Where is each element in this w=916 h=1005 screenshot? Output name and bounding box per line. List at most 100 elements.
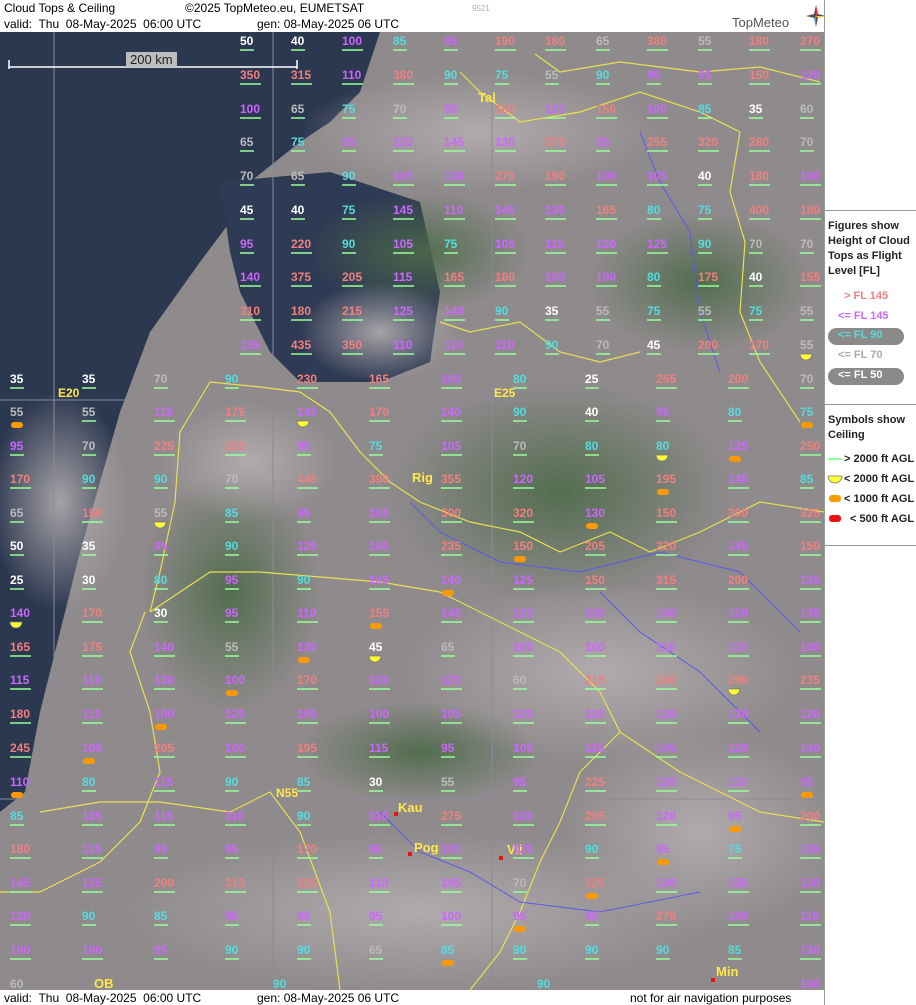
- cloud-top-value: 115: [154, 405, 174, 419]
- cloud-top-value: 90: [537, 977, 551, 991]
- cloud-top-value: 95: [154, 842, 168, 856]
- cloud-top-value: 225: [585, 775, 606, 789]
- cloud-top-value: 200: [728, 573, 749, 587]
- cloud-top-value: 215: [342, 304, 363, 318]
- cloud-top-value: 40: [291, 34, 305, 48]
- cloud-top-value: 115: [10, 673, 30, 687]
- cloud-top-value: 70: [800, 237, 814, 251]
- tops-legend-row: <= FL 145: [825, 309, 916, 326]
- cloud-top-value: 180: [800, 203, 821, 217]
- cloud-top-value: 225: [585, 876, 606, 890]
- cloud-top-value: 120: [656, 707, 677, 721]
- cloud-top-value: 195: [297, 741, 318, 755]
- cloud-top-value: 435: [291, 338, 312, 352]
- cloud-top-value: 75: [749, 304, 763, 318]
- cloud-top-value: 100: [800, 169, 821, 183]
- cloud-top-value: 105: [441, 707, 462, 721]
- cloud-top-value: 95: [10, 439, 24, 453]
- cloud-top-value: 300: [441, 506, 462, 520]
- cloud-top-value: 90: [225, 943, 239, 957]
- cloud-top-value: 165: [369, 372, 390, 386]
- cloud-top-value: 170: [369, 405, 390, 419]
- generated-time: gen: 08-May-2025 06 UTC: [257, 17, 400, 31]
- cloud-top-value: 115: [369, 741, 389, 755]
- cloud-top-value: 75: [728, 842, 742, 856]
- cloud-top-value: 135: [800, 842, 821, 856]
- cloud-top-value: 120: [800, 68, 821, 82]
- cloud-top-value: 210: [225, 876, 246, 890]
- cloud-top-value: 180: [495, 270, 516, 284]
- cloud-top-value: 200: [698, 338, 719, 352]
- cloud-top-value: 105: [513, 741, 534, 755]
- cloud-top-value: 170: [297, 673, 318, 687]
- cloud-top-value: 30: [154, 606, 168, 620]
- cloud-top-value: 65: [369, 943, 383, 957]
- cloud-top-value: 125: [82, 809, 103, 823]
- ceiling-legend-row: > 2000 ft AGL: [825, 451, 916, 468]
- cloud-top-value: 90: [656, 943, 670, 957]
- cloud-top-value: 130: [297, 640, 318, 654]
- cloud-top-value: 70: [82, 439, 96, 453]
- cloud-top-value: 110: [369, 876, 389, 890]
- cloud-top-value: 175: [225, 405, 246, 419]
- cloud-top-value: 95: [154, 539, 168, 553]
- cloud-top-value: 145: [10, 876, 31, 890]
- cloud-top-value: 225: [297, 876, 318, 890]
- legend-separator: [825, 210, 916, 211]
- cloud-top-value: 105: [369, 573, 390, 587]
- cloud-top-value: 90: [513, 943, 527, 957]
- footer: valid: Thu 08-May-2025 06:00 UTC gen: 08…: [0, 990, 916, 1005]
- cloud-top-value: 75: [369, 439, 383, 453]
- cloud-top-value: 95: [240, 237, 254, 251]
- cloud-top-value: 45: [369, 640, 383, 654]
- cloud-top-value: 90: [596, 68, 610, 82]
- cloud-top-value: 65: [441, 640, 455, 654]
- city-marker-kaunas: [394, 812, 398, 816]
- cloud-top-value: 205: [585, 539, 606, 553]
- cloud-top-value: 85: [225, 506, 239, 520]
- cloud-top-value: 110: [369, 809, 389, 823]
- cloud-top-value: 85: [441, 943, 455, 957]
- cloud-top-value: 100: [225, 741, 246, 755]
- cloud-top-value: 50: [10, 539, 24, 553]
- cloud-top-value: 85: [800, 472, 814, 486]
- compass-star-icon: [806, 5, 826, 27]
- cloud-top-value: 25: [585, 372, 599, 386]
- cloud-top-value: 40: [585, 405, 599, 419]
- cloud-top-value: 100: [596, 270, 617, 284]
- topmeteo-logo[interactable]: TopMeteo: [732, 5, 826, 31]
- cloud-top-value: 145: [656, 741, 677, 755]
- cloud-top-value: 120: [154, 673, 175, 687]
- cloud-top-value: 90: [82, 909, 96, 923]
- cloud-top-value: 170: [82, 606, 103, 620]
- image-number: 9521: [472, 4, 490, 13]
- cloud-top-value: 140: [240, 270, 261, 284]
- cloud-top-value: 90: [545, 338, 559, 352]
- cloud-top-value: 90: [225, 372, 239, 386]
- cloud-top-value: 90: [444, 68, 458, 82]
- cloud-top-value: 120: [513, 606, 534, 620]
- cloud-top-value: 90: [342, 237, 356, 251]
- cloud-top-value: 275: [441, 809, 462, 823]
- cloud-top-value: 95: [647, 68, 661, 82]
- cloud-top-value: 90: [585, 943, 599, 957]
- cloud-top-value: 100: [82, 943, 103, 957]
- cloud-top-value: 130: [585, 506, 606, 520]
- legend-panel: Figures show Height of Cloud Tops as Fli…: [824, 0, 916, 1005]
- city-marker-minsk: [711, 978, 715, 982]
- cloud-top-value: 95: [513, 775, 527, 789]
- cloud-top-value: 80: [513, 372, 527, 386]
- cloud-top-value: 100: [647, 102, 668, 116]
- cloud-top-value: 55: [596, 304, 610, 318]
- cloud-top-value: 115: [154, 775, 174, 789]
- cloud-top-value: 445: [297, 472, 318, 486]
- cloud-top-value: 65: [291, 102, 305, 116]
- cloud-top-value: 105: [297, 707, 318, 721]
- cloud-top-value: 90: [342, 169, 356, 183]
- cloud-top-value: 85: [154, 909, 168, 923]
- cloud-top-value: 100: [596, 169, 617, 183]
- cloud-top-value: 110: [728, 775, 748, 789]
- cloud-top-value: 165: [596, 203, 617, 217]
- satellite-map[interactable]: 200 km Tal Rig Kau Pog Vil Min OB E20 E2…: [0, 32, 824, 990]
- cloud-top-value: 55: [698, 304, 712, 318]
